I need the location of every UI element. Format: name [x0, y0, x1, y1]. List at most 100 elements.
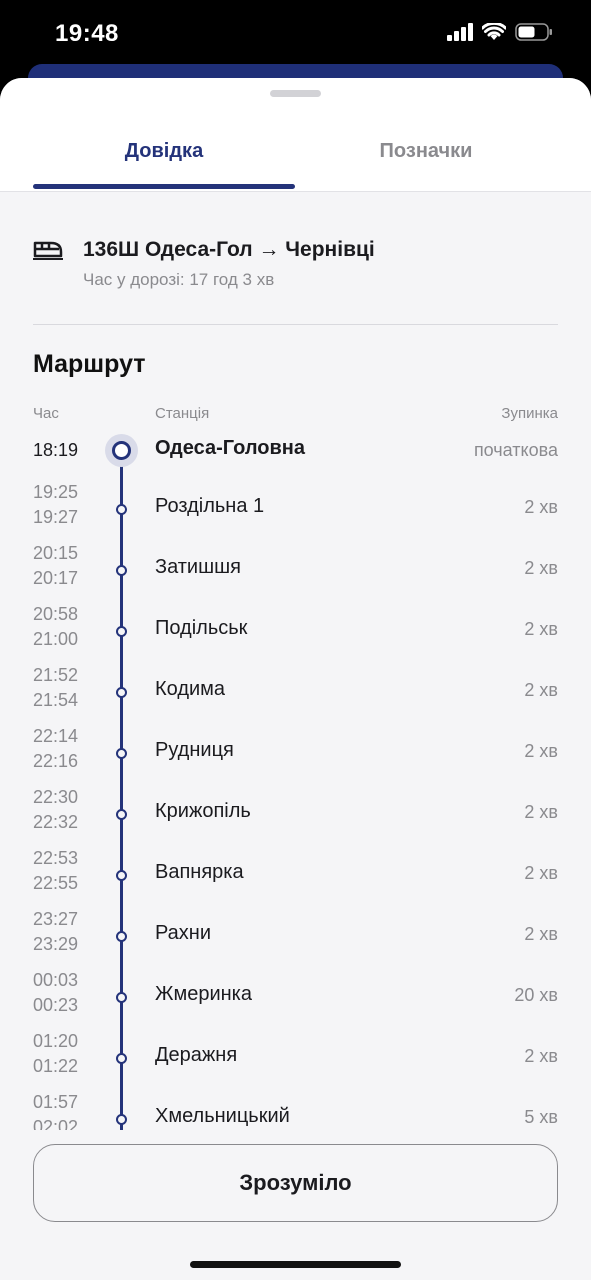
- station-name: Подільськ: [155, 617, 248, 639]
- route-stop-row: 23:27 23:29 Рахни 2 хв: [0, 907, 591, 968]
- stop-time: 23:27 23:29: [33, 907, 78, 957]
- stop-duration: 2 хв: [524, 619, 558, 639]
- cellular-signal-icon: [447, 23, 473, 41]
- arrival-time: 18:19: [33, 440, 79, 460]
- home-indicator: [190, 1261, 401, 1268]
- stop-time: 21:52 21:54: [33, 663, 78, 713]
- route-stop-row: 20:58 21:00 Подільськ 2 хв: [0, 602, 591, 663]
- active-tab-indicator: [33, 184, 295, 189]
- stop-duration: 2 хв: [524, 863, 558, 883]
- station-name: Затишшя: [155, 556, 242, 578]
- departure-time: 01:22: [33, 1056, 79, 1076]
- status-bar: 19:48: [0, 0, 591, 70]
- station-marker: [116, 992, 127, 1003]
- departure-time: 23:29: [33, 934, 79, 954]
- stop-duration: початкова: [473, 440, 558, 460]
- bottom-sheet: Довідка Позначки 136Ш Одеса-Гол → Чернів…: [0, 78, 591, 1280]
- stop-time: 00:03 00:23: [33, 968, 78, 1018]
- tab-info[interactable]: Довідка: [33, 140, 295, 163]
- train-icon: [33, 241, 63, 260]
- station-marker: [116, 504, 127, 515]
- departure-time: 21:54: [33, 690, 79, 710]
- station-name: Роздільна 1: [155, 495, 265, 517]
- station-name: Хмельницький: [155, 1105, 290, 1127]
- station-name: Кодима: [155, 678, 226, 700]
- column-header-time: Час: [33, 405, 59, 422]
- station-name: Жмеринка: [155, 983, 252, 1005]
- station-name: Вапнярка: [155, 861, 244, 883]
- stop-time: 22:14 22:16: [33, 724, 78, 774]
- station-name: Крижопіль: [155, 800, 251, 822]
- station-name: Рахни: [155, 922, 212, 944]
- station-marker: [116, 870, 127, 881]
- arrival-time: 23:27: [33, 909, 79, 929]
- stop-duration: 2 хв: [524, 741, 558, 761]
- arrival-time: 01:20: [33, 1031, 79, 1051]
- route-stop-row: 22:30 22:32 Крижопіль 2 хв: [0, 785, 591, 846]
- route-stop-row: 22:14 22:16 Рудниця 2 хв: [0, 724, 591, 785]
- train-title: 136Ш Одеса-Гол → Чернівці: [83, 238, 375, 261]
- arrival-time: 21:52: [33, 665, 79, 685]
- sheet-grabber[interactable]: [270, 90, 321, 97]
- stop-duration: 2 хв: [524, 802, 558, 822]
- stop-time: 20:58 21:00: [33, 602, 78, 652]
- route-list[interactable]: 18:19 Одеса-Головна початкова 19:25 19:27 Роз…: [0, 433, 591, 1130]
- arrival-time: 20:58: [33, 604, 79, 624]
- route-stop-row: 20:15 20:17 Затишшя 2 хв: [0, 541, 591, 602]
- departure-time: 00:23: [33, 995, 79, 1015]
- route-stop-row: 01:57 02:02 Хмельницький 5 хв: [0, 1090, 591, 1130]
- stop-duration: 5 хв: [524, 1107, 558, 1127]
- stop-time: 20:15 20:17: [33, 541, 78, 591]
- stop-duration: 2 хв: [524, 680, 558, 700]
- station-marker: [116, 748, 127, 759]
- departure-time: 02:02: [33, 1117, 79, 1130]
- route-stop-row: 22:53 22:55 Вапнярка 2 хв: [0, 846, 591, 907]
- got-it-button[interactable]: Зрозуміло: [33, 1144, 558, 1222]
- station-marker: [116, 565, 127, 576]
- battery-icon: [515, 23, 552, 41]
- route-stop-row: 19:25 19:27 Роздільна 1 2 хв: [0, 480, 591, 541]
- stop-duration: 2 хв: [524, 497, 558, 517]
- route-stop-row: 00:03 00:23 Жмеринка 20 хв: [0, 968, 591, 1029]
- sheet-header: Довідка Позначки: [0, 78, 591, 192]
- arrival-time: 22:14: [33, 726, 79, 746]
- arrival-time: 01:57: [33, 1092, 79, 1112]
- stop-time: 19:25 19:27: [33, 480, 78, 530]
- tab-legend[interactable]: Позначки: [295, 140, 557, 163]
- departure-time: 22:55: [33, 873, 79, 893]
- stop-time: 22:30 22:32: [33, 785, 78, 835]
- station-marker: [116, 1114, 127, 1125]
- origin-station-marker: [105, 434, 138, 467]
- departure-time: 21:00: [33, 629, 79, 649]
- stop-time: 01:57 02:02: [33, 1090, 78, 1130]
- station-name: Одеса-Головна: [155, 437, 305, 459]
- stop-time: 01:20 01:22: [33, 1029, 78, 1079]
- arrival-time: 00:03: [33, 970, 79, 990]
- route-stop-row: 21:52 21:54 Кодима 2 хв: [0, 663, 591, 724]
- divider: [33, 324, 558, 325]
- stop-time: 22:53 22:55: [33, 846, 78, 896]
- stop-time: 18:19: [33, 438, 78, 463]
- arrival-time: 19:25: [33, 482, 79, 502]
- stop-duration: 2 хв: [524, 558, 558, 578]
- station-marker: [116, 626, 127, 637]
- route-stop-row: 01:20 01:22 Деражня 2 хв: [0, 1029, 591, 1090]
- route-title: Маршрут: [33, 350, 146, 378]
- wifi-icon: [482, 23, 506, 40]
- stop-duration: 2 хв: [524, 924, 558, 944]
- station-marker: [116, 809, 127, 820]
- station-marker: [116, 1053, 127, 1064]
- station-marker: [116, 687, 127, 698]
- departure-time: 20:17: [33, 568, 79, 588]
- arrival-time: 22:30: [33, 787, 79, 807]
- column-header-station: Станція: [155, 405, 210, 422]
- train-duration: Час у дорозі: 17 год 3 хв: [83, 270, 275, 289]
- stop-duration: 20 хв: [514, 985, 558, 1005]
- column-header-stop: Зупинка: [501, 405, 558, 422]
- status-time: 19:48: [55, 20, 119, 47]
- station-marker: [116, 931, 127, 942]
- station-name: Рудниця: [155, 739, 234, 761]
- station-name: Деражня: [155, 1044, 238, 1066]
- stop-duration: 2 хв: [524, 1046, 558, 1066]
- status-icons: [447, 23, 553, 41]
